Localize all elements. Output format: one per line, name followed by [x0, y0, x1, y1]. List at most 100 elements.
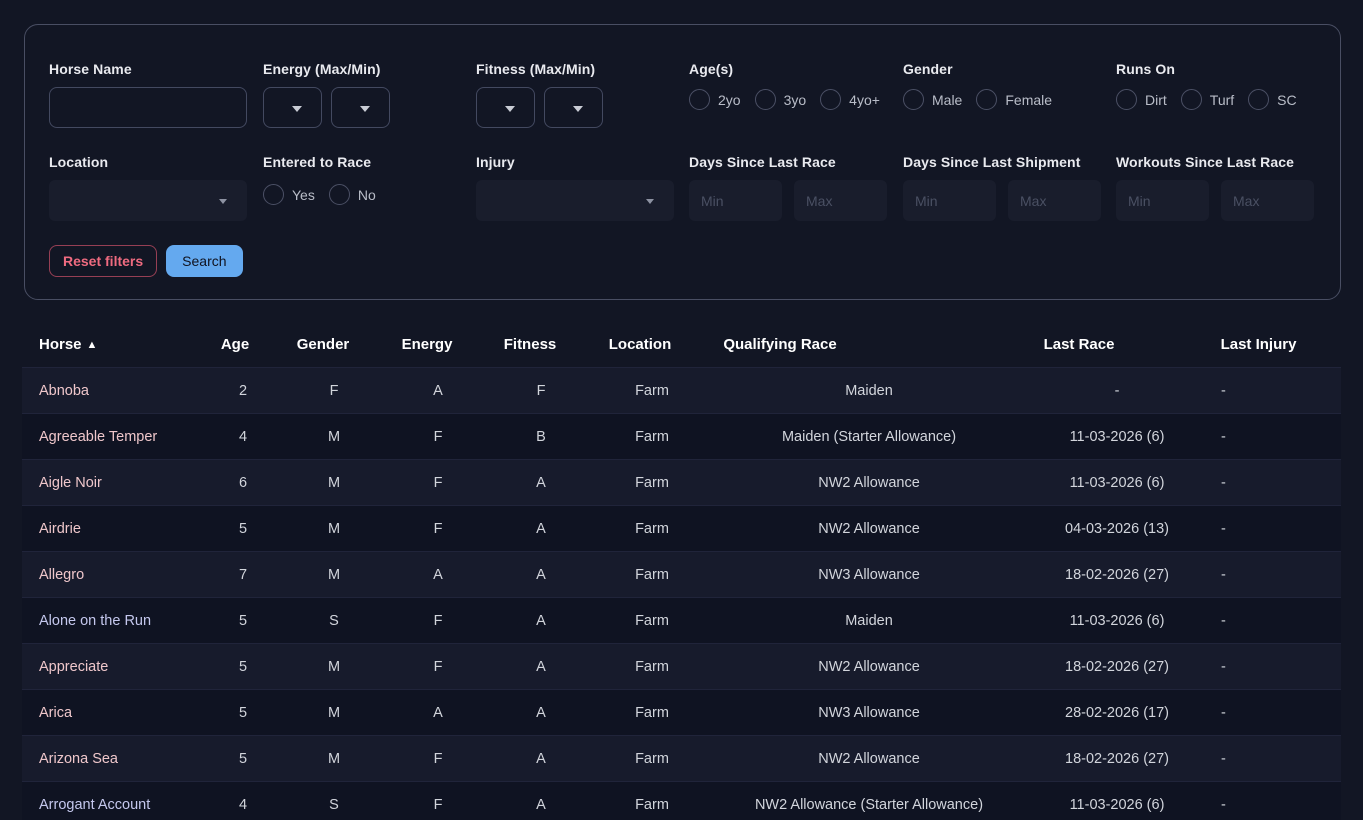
last-injury-cell: -: [1220, 521, 1341, 537]
age-4yo-radio[interactable]: [820, 89, 841, 110]
energy-max-select[interactable]: [263, 87, 322, 128]
last-race-cell: -: [1014, 383, 1220, 399]
age-cell: 4: [192, 797, 294, 813]
horse-name-link[interactable]: Appreciate: [22, 659, 192, 675]
last-injury-cell: -: [1220, 613, 1341, 629]
table-row: Aigle Noir 6 M F A Farm NW2 Allowance 11…: [22, 459, 1341, 505]
qualifying-race-cell: NW2 Allowance: [724, 659, 1014, 675]
last-injury-cell: -: [1220, 475, 1341, 491]
horse-name-input[interactable]: [49, 87, 247, 128]
table-body: Abnoba 2 F A F Farm Maiden - - Agreeable…: [22, 367, 1341, 820]
location-label: Location: [49, 154, 263, 170]
horse-name-link[interactable]: Aigle Noir: [22, 475, 192, 491]
age-4yo-label: 4yo+: [849, 92, 880, 108]
location-cell: Farm: [580, 797, 724, 813]
qualifying-race-cell: NW2 Allowance: [724, 751, 1014, 767]
chevron-down-icon: [646, 199, 654, 204]
days-last-race-min-input[interactable]: [689, 180, 782, 221]
column-header-horse[interactable]: Horse▲: [22, 336, 192, 353]
filter-workouts-since-last-race: Workouts Since Last Race: [1116, 154, 1316, 221]
fitness-min-select[interactable]: [544, 87, 603, 128]
fitness-cell: A: [502, 567, 580, 583]
last-race-cell: 28-02-2026 (17): [1014, 705, 1220, 721]
horse-name-link[interactable]: Arizona Sea: [22, 751, 192, 767]
column-header-energy[interactable]: Energy: [363, 336, 491, 353]
location-cell: Farm: [580, 383, 724, 399]
injury-select[interactable]: [476, 180, 674, 221]
sort-asc-icon: ▲: [87, 339, 98, 351]
energy-cell: F: [374, 429, 502, 445]
energy-cell: A: [374, 383, 502, 399]
column-header-gender[interactable]: Gender: [283, 336, 363, 353]
location-cell: Farm: [580, 567, 724, 583]
runs-on-dirt-radio[interactable]: [1116, 89, 1137, 110]
table-row: Arrogant Account 4 S F A Farm NW2 Allowa…: [22, 781, 1341, 820]
horse-name-link[interactable]: Airdrie: [22, 521, 192, 537]
age-cell: 4: [192, 429, 294, 445]
last-race-cell: 11-03-2026 (6): [1014, 475, 1220, 491]
workouts-min-input[interactable]: [1116, 180, 1209, 221]
age-2yo-label: 2yo: [718, 92, 741, 108]
location-cell: Farm: [580, 613, 724, 629]
horse-name-link[interactable]: Allegro: [22, 567, 192, 583]
last-race-cell: 18-02-2026 (27): [1014, 751, 1220, 767]
gender-cell: M: [294, 475, 374, 491]
filter-days-since-last-shipment: Days Since Last Shipment: [903, 154, 1116, 221]
horse-name-link[interactable]: Arrogant Account: [22, 797, 192, 813]
energy-cell: A: [374, 705, 502, 721]
horse-name-link[interactable]: Agreeable Temper: [22, 429, 192, 445]
horse-name-link[interactable]: Alone on the Run: [22, 613, 192, 629]
table-row: Arizona Sea 5 M F A Farm NW2 Allowance 1…: [22, 735, 1341, 781]
table-row: Agreeable Temper 4 M F B Farm Maiden (St…: [22, 413, 1341, 459]
days-last-race-max-input[interactable]: [794, 180, 887, 221]
location-cell: Farm: [580, 429, 724, 445]
fitness-cell: A: [502, 613, 580, 629]
search-button[interactable]: Search: [166, 245, 242, 277]
last-race-cell: 18-02-2026 (27): [1014, 659, 1220, 675]
energy-cell: F: [374, 751, 502, 767]
energy-min-select[interactable]: [331, 87, 390, 128]
age-cell: 6: [192, 475, 294, 491]
days-since-last-race-label: Days Since Last Race: [689, 154, 903, 170]
entered-yes-radio[interactable]: [263, 184, 284, 205]
column-header-last-race[interactable]: Last Race: [976, 336, 1182, 353]
age-3yo-radio[interactable]: [755, 89, 776, 110]
age-cell: 5: [192, 659, 294, 675]
age-cell: 7: [192, 567, 294, 583]
gender-female-label: Female: [1005, 92, 1052, 108]
runs-on-sc-radio[interactable]: [1248, 89, 1269, 110]
days-last-shipment-min-input[interactable]: [903, 180, 996, 221]
energy-cell: F: [374, 659, 502, 675]
column-header-qualifying-race[interactable]: Qualifying Race: [635, 336, 925, 353]
horse-name-link[interactable]: Arica: [22, 705, 192, 721]
qualifying-race-cell: NW2 Allowance: [724, 475, 1014, 491]
gender-cell: F: [294, 383, 374, 399]
workouts-max-input[interactable]: [1221, 180, 1314, 221]
gender-male-radio[interactable]: [903, 89, 924, 110]
filter-location: Location: [49, 154, 263, 221]
days-last-shipment-max-input[interactable]: [1008, 180, 1101, 221]
filter-injury: Injury: [476, 154, 689, 221]
horse-name-link[interactable]: Abnoba: [22, 383, 192, 399]
fitness-cell: A: [502, 797, 580, 813]
table-row: Appreciate 5 M F A Farm NW2 Allowance 18…: [22, 643, 1341, 689]
reset-filters-button[interactable]: Reset filters: [49, 245, 157, 277]
last-injury-cell: -: [1220, 751, 1341, 767]
entered-no-radio[interactable]: [329, 184, 350, 205]
filter-panel: Horse Name Energy (Max/Min) Fitness (Max…: [24, 24, 1341, 300]
age-2yo-radio[interactable]: [689, 89, 710, 110]
column-header-last-injury[interactable]: Last Injury: [1198, 336, 1319, 353]
chevron-down-icon: [573, 106, 583, 112]
fitness-cell: A: [502, 659, 580, 675]
runs-on-turf-radio[interactable]: [1181, 89, 1202, 110]
column-header-age[interactable]: Age: [184, 336, 286, 353]
chevron-down-icon: [505, 106, 515, 112]
column-header-fitness[interactable]: Fitness: [491, 336, 569, 353]
fitness-cell: F: [502, 383, 580, 399]
last-injury-cell: -: [1220, 429, 1341, 445]
filter-fitness: Fitness (Max/Min): [476, 61, 689, 128]
gender-female-radio[interactable]: [976, 89, 997, 110]
gender-label: Gender: [903, 61, 1116, 77]
fitness-max-select[interactable]: [476, 87, 535, 128]
location-select[interactable]: [49, 180, 247, 221]
